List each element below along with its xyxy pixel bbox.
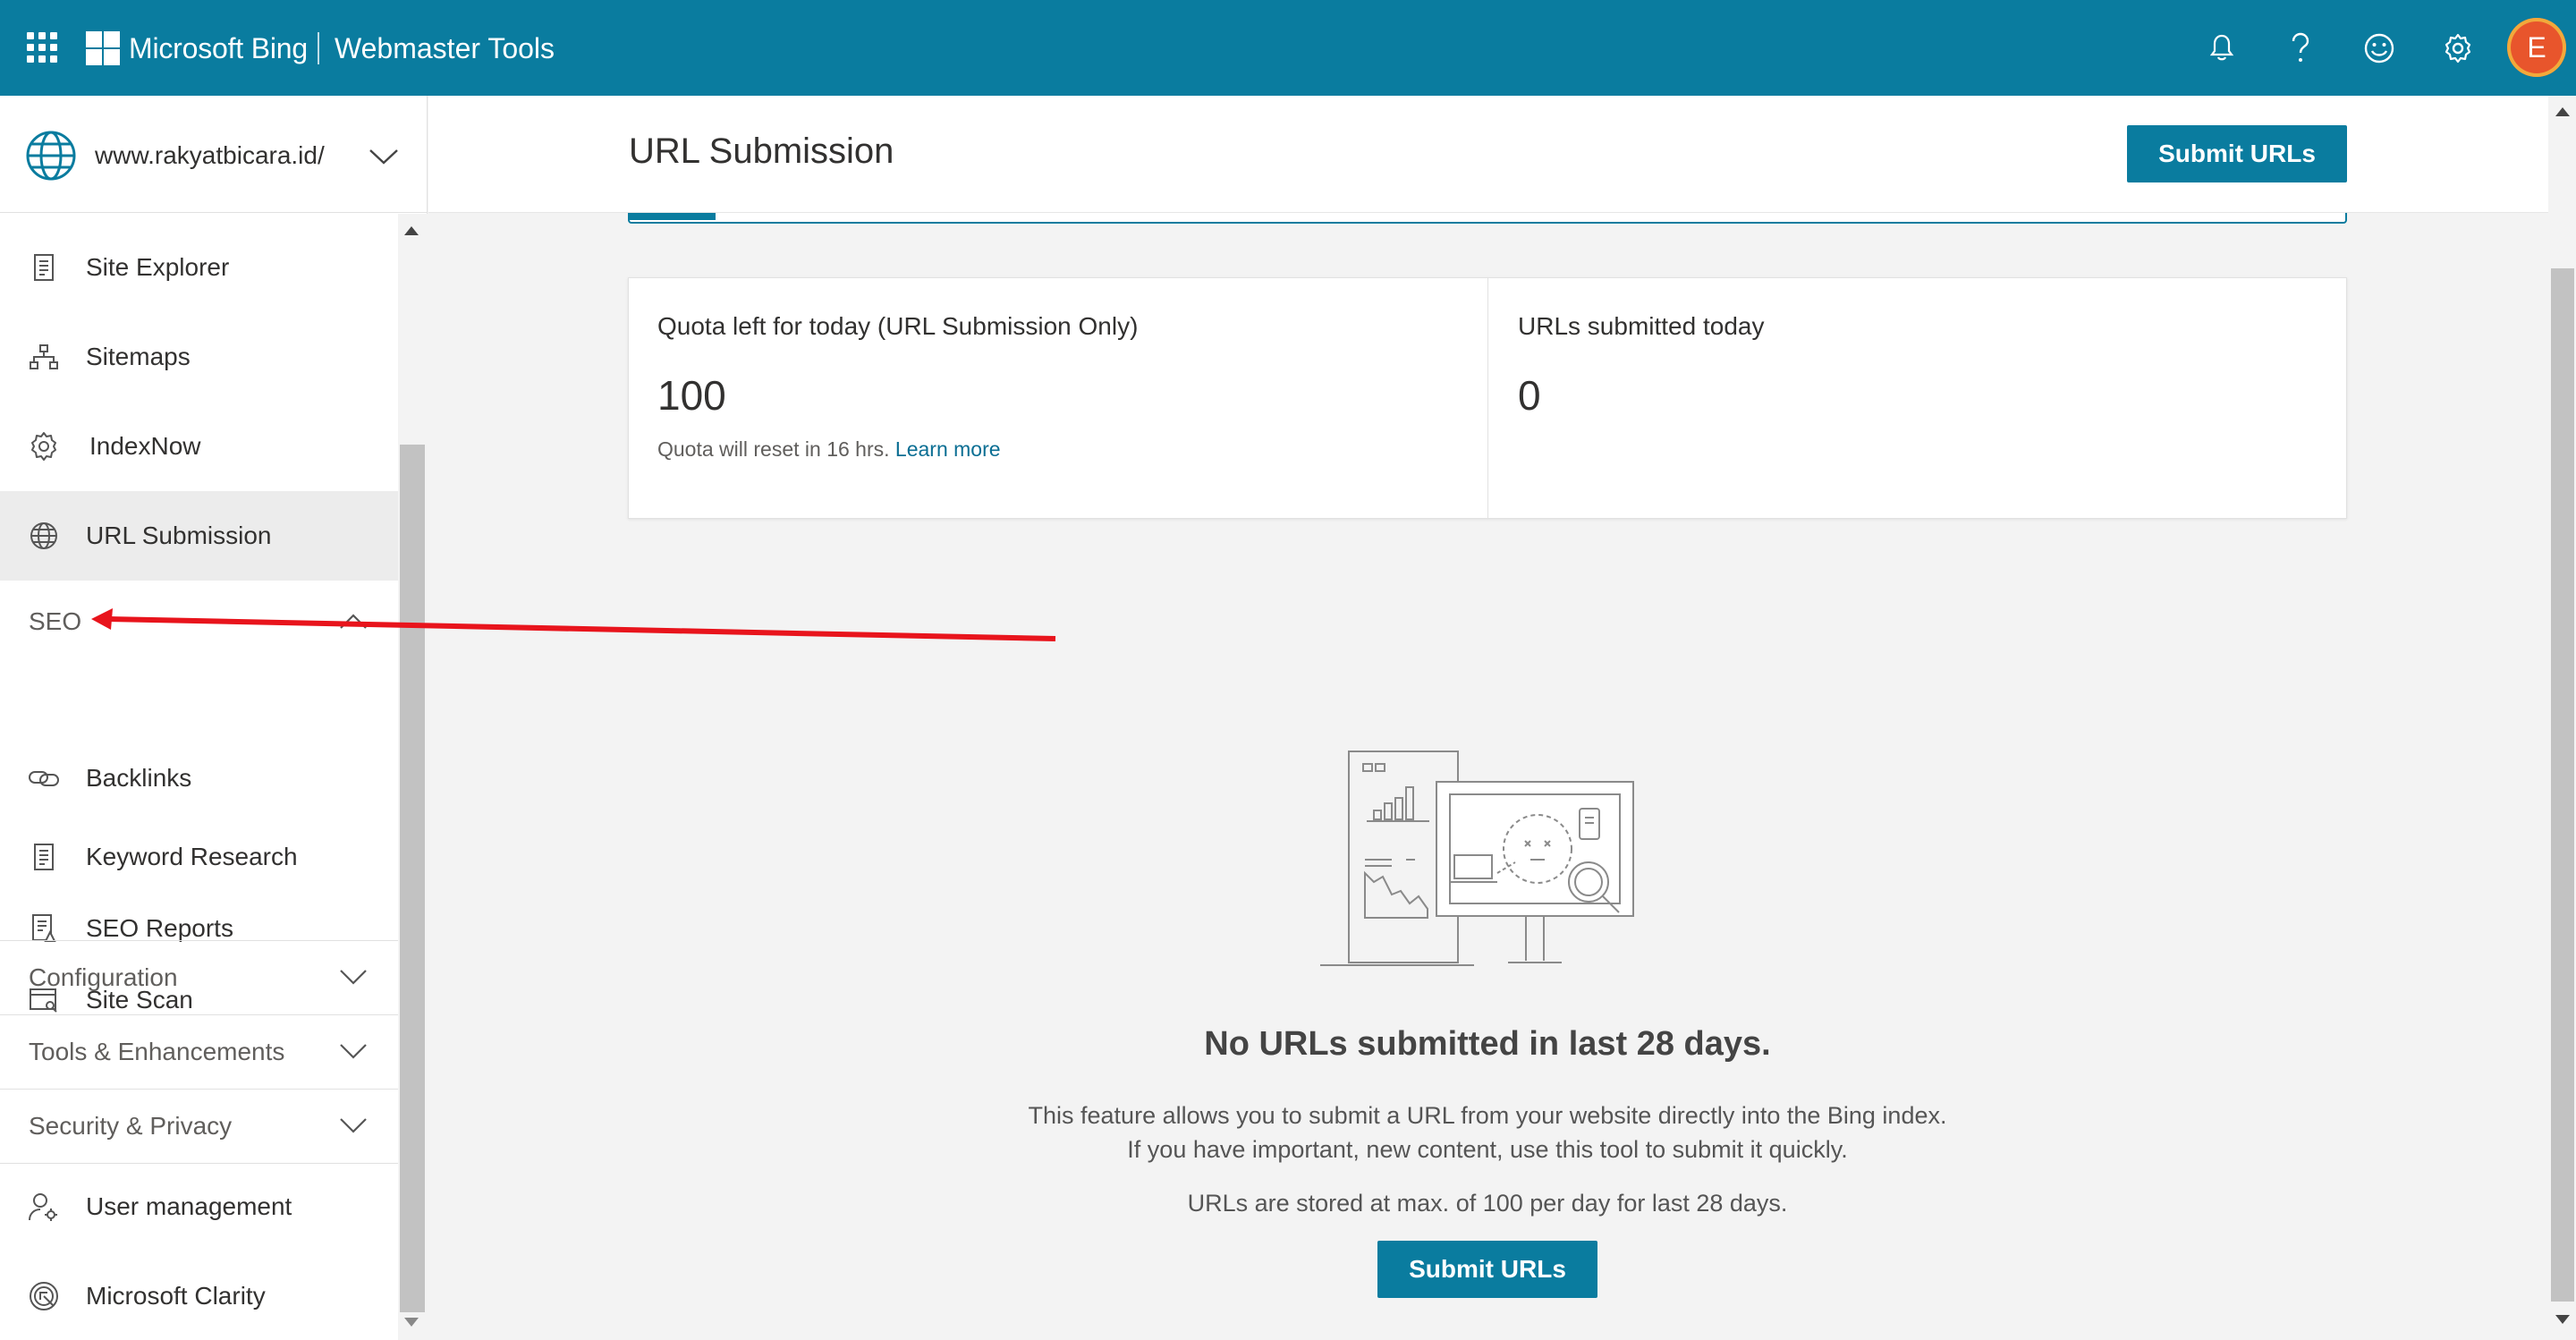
selected-tab-indicator: [630, 213, 716, 220]
main-scrollbar-thumb[interactable]: [2551, 268, 2574, 1302]
nav-section-security-privacy[interactable]: Security & Privacy: [0, 1090, 398, 1162]
left-navigation: www.rakyatbicara.id/ Site Explorer Sitem…: [0, 96, 428, 1340]
tab-strip: [628, 213, 2347, 224]
notification-bell-icon[interactable]: [2200, 27, 2243, 70]
nav-item-sitemaps[interactable]: Sitemaps: [0, 317, 398, 397]
nav-item-label: IndexNow: [89, 432, 201, 460]
site-explorer-icon: [27, 250, 61, 284]
nav-section-configuration[interactable]: Configuration: [0, 942, 398, 1013]
nav-item-url-submission[interactable]: URL Submission: [0, 491, 398, 581]
quota-value: 100: [657, 372, 726, 419]
nav-item-label: User management: [86, 1192, 292, 1220]
quota-note: Quota will reset in 16 hrs. Learn more: [657, 437, 1001, 462]
product-name[interactable]: Webmaster Tools: [335, 30, 555, 66]
quota-reset-text: Quota will reset in 16 hrs.: [657, 437, 890, 461]
chevron-down-icon[interactable]: [338, 1115, 369, 1135]
empty-state-title: No URLs submitted in last 28 days.: [1204, 1025, 1771, 1063]
sitemap-icon: [27, 340, 61, 374]
top-bar: Microsoft Bing Webmaster Tools E: [0, 0, 2576, 96]
settings-gear-icon[interactable]: [2436, 27, 2479, 70]
nav-divider: [0, 940, 398, 941]
nav-section-label: Tools & Enhancements: [29, 1038, 285, 1065]
nav-item-indexnow[interactable]: IndexNow: [0, 406, 398, 487]
nav-divider: [0, 1014, 398, 1015]
scroll-up-arrow-icon[interactable]: [2555, 107, 2570, 116]
page-title: URL Submission: [629, 131, 894, 171]
card-separator: [1487, 278, 1488, 518]
empty-state-line: URLs are stored at max. of 100 per day f…: [1187, 1190, 1788, 1217]
chevron-down-icon[interactable]: [338, 1041, 369, 1061]
empty-state-submit-button[interactable]: Submit URLs: [1377, 1241, 1597, 1298]
nav-item-label: Keyword Research: [86, 843, 298, 870]
scroll-down-arrow-icon[interactable]: [404, 1318, 419, 1327]
nav-scrollbar-thumb[interactable]: [400, 445, 425, 1312]
quota-label: Quota left for today (URL Submission Onl…: [657, 312, 1139, 340]
site-picker[interactable]: www.rakyatbicara.id/: [0, 96, 428, 213]
stat-cards: Quota left for today (URL Submission Onl…: [628, 277, 2347, 519]
empty-state-line: If you have important, new content, use …: [1127, 1136, 1848, 1163]
nav-item-keyword-research[interactable]: Keyword Research: [0, 823, 398, 891]
nav-item-label: Microsoft Clarity: [86, 1282, 266, 1310]
nav-item-label: Backlinks: [86, 764, 192, 792]
scroll-down-arrow-icon[interactable]: [2555, 1315, 2570, 1324]
chevron-down-icon[interactable]: [369, 148, 399, 165]
nav-section-tools-enhancements[interactable]: Tools & Enhancements: [0, 1016, 398, 1088]
nav-divider: [0, 1163, 398, 1164]
annotation-arrow: [91, 608, 1056, 641]
globe-icon: [27, 519, 61, 553]
submitted-label: URLs submitted today: [1518, 312, 1765, 340]
nav-divider: [0, 1089, 398, 1090]
nav-item-label: Site Explorer: [86, 253, 230, 281]
nav-section-label: Security & Privacy: [29, 1112, 233, 1140]
link-icon: [27, 761, 61, 795]
brand-separator: [318, 32, 319, 64]
user-avatar[interactable]: E: [2507, 18, 2566, 77]
clarity-icon: [27, 1279, 61, 1313]
nav-item-microsoft-clarity[interactable]: Microsoft Clarity: [0, 1256, 398, 1336]
feedback-smiley-icon[interactable]: [2358, 27, 2401, 70]
nav-item-label: SEO Reports: [86, 914, 233, 942]
app-launcher-icon[interactable]: [27, 32, 57, 63]
nav-item-label: Sitemaps: [86, 343, 191, 370]
nav-item-user-management[interactable]: User management: [0, 1166, 398, 1247]
site-url: www.rakyatbicara.id/: [95, 141, 325, 169]
page-header: URL Submission Submit URLs: [428, 96, 2548, 213]
brand-name[interactable]: Microsoft Bing: [129, 30, 308, 66]
user-management-icon: [27, 1190, 61, 1224]
document-icon: [27, 840, 61, 874]
nav-item-label: URL Submission: [86, 522, 272, 549]
chevron-down-icon[interactable]: [338, 967, 369, 987]
submitted-value: 0: [1518, 372, 1541, 419]
empty-state-line: This feature allows you to submit a URL …: [1028, 1102, 1947, 1129]
scroll-up-arrow-icon[interactable]: [404, 226, 419, 235]
empty-state-illustration: [1320, 751, 1634, 966]
submit-urls-button[interactable]: Submit URLs: [2127, 125, 2347, 182]
microsoft-logo-icon: [86, 31, 120, 65]
gear-icon: [27, 429, 61, 463]
nav-item-backlinks[interactable]: Backlinks: [0, 744, 398, 812]
nav-section-label: SEO: [29, 607, 82, 635]
globe-icon: [26, 131, 76, 181]
nav-section-label: Configuration: [29, 963, 178, 991]
help-icon[interactable]: [2279, 27, 2322, 70]
learn-more-link[interactable]: Learn more: [895, 437, 1001, 461]
nav-item-site-explorer[interactable]: Site Explorer: [0, 227, 398, 308]
